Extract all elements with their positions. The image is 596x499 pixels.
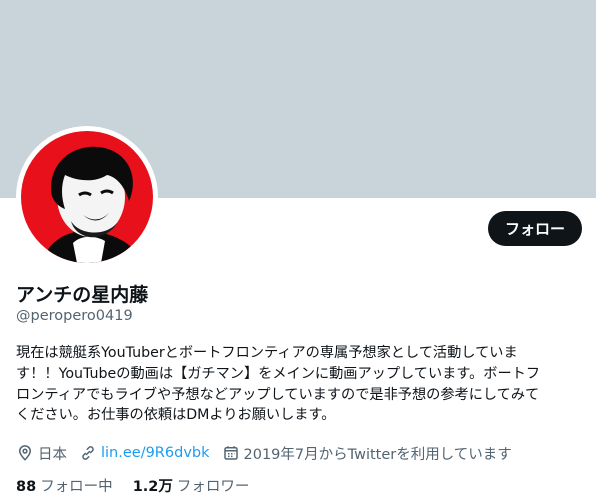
bio-line: ください。お仕事の依頼はDMよりお願いします。 <box>16 407 336 424</box>
following-label: フォロー中 <box>40 479 113 495</box>
link-icon <box>82 446 94 460</box>
bio-line: 現在は競艇系YouTuberとボートフロンティアの専属予想家として活動していま <box>16 345 518 361</box>
followers-count: 1.2万 <box>132 479 173 495</box>
profile-link-url[interactable]: lin.ee/9R6dvbk <box>101 445 210 461</box>
profile-display-name: アンチの星内藤 <box>16 284 149 306</box>
bio-line: す！！YouTubeの動画は【ガチマン】をメインに動画アップしています。ボートフ <box>16 365 541 382</box>
profile-avatar[interactable] <box>16 126 158 268</box>
profile-meta: 日本 lin.ee/9R6dvbk 2019年7月からTwitterを利用してい… <box>16 441 524 465</box>
profile-link: lin.ee/9R6dvbk <box>79 444 210 462</box>
following-stat[interactable]: 88 フォロー中 <box>16 475 113 496</box>
avatar-image <box>21 131 153 263</box>
followers-label: フォロワー <box>176 479 250 495</box>
profile-location: 日本 <box>16 443 67 464</box>
profile-stats: 88 フォロー中 1.2万 フォロワー <box>16 475 269 496</box>
profile-bio: 現在は競艇系YouTuberとボートフロンティアの専属予想家として活動していま … <box>16 343 581 426</box>
calendar-icon <box>223 446 238 460</box>
location-text: 日本 <box>38 446 67 463</box>
follow-button[interactable]: フォロー <box>488 211 582 246</box>
location-pin-icon <box>18 445 32 461</box>
joined-text: 2019年7月からTwitterを利用しています <box>243 446 512 463</box>
profile-joined: 2019年7月からTwitterを利用しています <box>222 443 512 464</box>
profile-handle: @peropero0419 <box>16 308 133 324</box>
following-count: 88 <box>16 479 37 495</box>
bio-line: ロンティアでもライブや予想などアップしていますので是非予想の参考にしてみて <box>16 386 540 403</box>
followers-stat[interactable]: 1.2万 フォロワー <box>133 475 250 496</box>
